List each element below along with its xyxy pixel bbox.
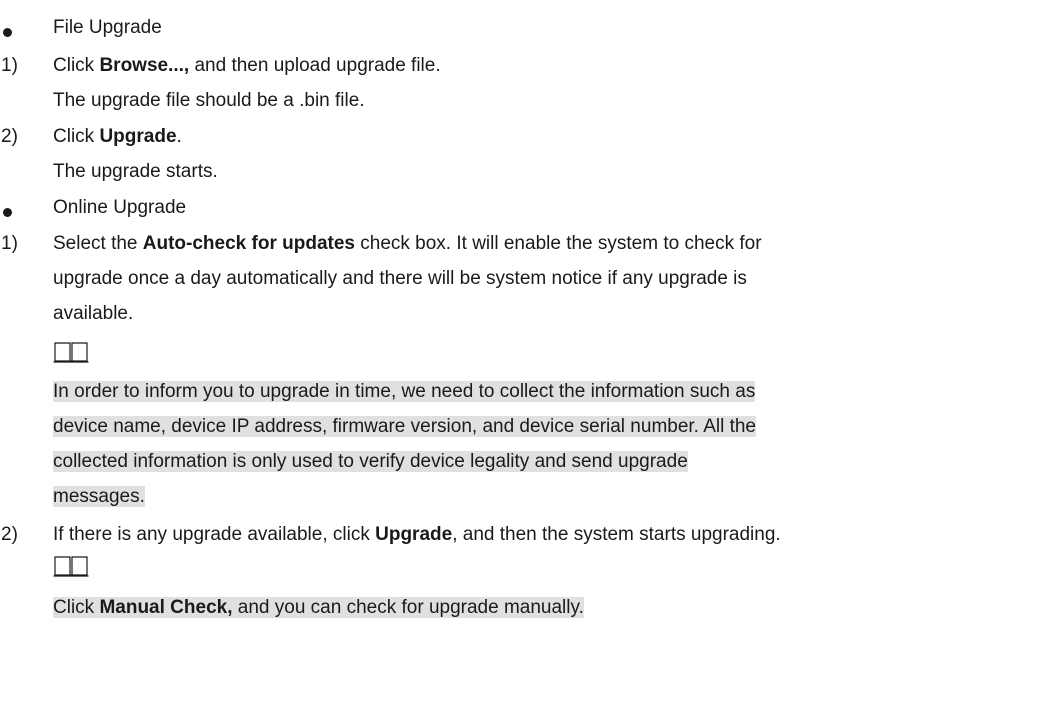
step-marker: 2) (1, 126, 18, 147)
step-browse: Click Browse..., and then upload upgrade… (53, 55, 441, 76)
step-upgrade: Click Upgrade. (53, 126, 182, 147)
bullet-icon (3, 28, 12, 37)
step-auto-check-line3: available. (53, 303, 134, 324)
step-auto-check-line2: upgrade once a day automatically and the… (53, 268, 747, 289)
note-line: collected information is only used to ve… (53, 451, 688, 472)
note-line: messages. (53, 486, 145, 507)
note-book-icon (53, 556, 89, 577)
step-upgrade-detail: The upgrade starts. (53, 161, 218, 182)
step-browse-detail: The upgrade file should be a .bin file. (53, 90, 365, 111)
step-auto-check: Select the Auto-check for updates check … (53, 233, 762, 254)
bullet-file-upgrade: File Upgrade (53, 17, 162, 38)
step-online-upgrade: If there is any upgrade available, click… (53, 524, 781, 545)
note-book-icon (53, 342, 89, 363)
bullet-icon (3, 208, 12, 217)
note-line: Click Manual Check, and you can check fo… (53, 597, 584, 618)
note-line: In order to inform you to upgrade in tim… (53, 381, 756, 402)
step-marker: 1) (1, 233, 18, 254)
step-marker: 2) (1, 524, 18, 545)
note-line: device name, device IP address, firmware… (53, 416, 756, 437)
bullet-online-upgrade: Online Upgrade (53, 197, 187, 218)
step-marker: 1) (1, 55, 18, 76)
